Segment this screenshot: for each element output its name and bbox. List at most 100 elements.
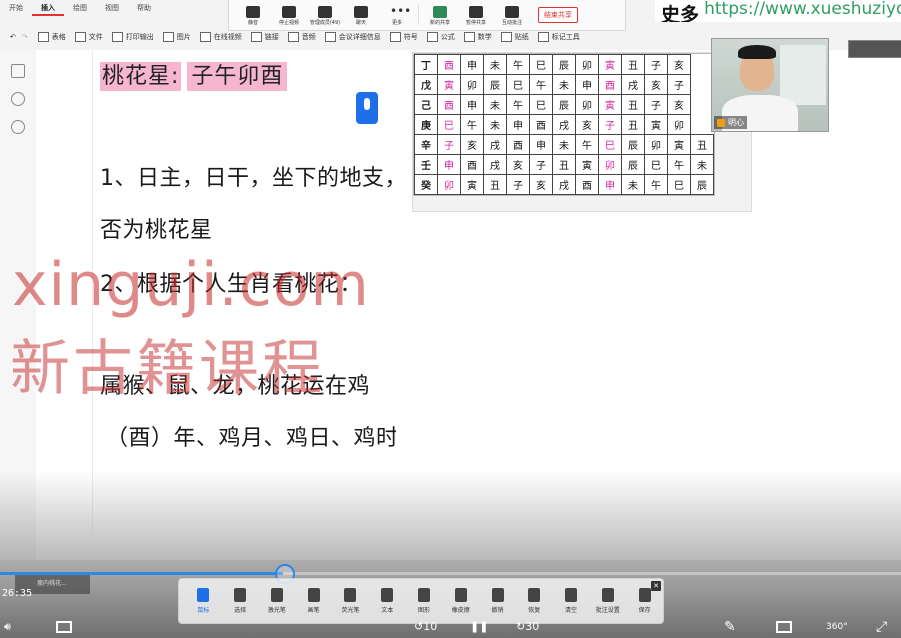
floating-mic-icon[interactable]	[356, 92, 378, 124]
pen-tool-label: 激光笔	[267, 607, 286, 614]
table-row: 庚巳午未申酉戌亥子丑寅卯	[414, 114, 714, 135]
branch-cell: 寅	[575, 154, 599, 175]
menu-help[interactable]: 帮助	[128, 0, 160, 16]
branch-cell: 卯	[437, 174, 461, 195]
history-icon[interactable]	[11, 120, 25, 134]
branch-cell: 亥	[529, 174, 553, 195]
rotate-button[interactable]: 360°	[826, 618, 848, 636]
printout-icon	[111, 32, 123, 42]
pen-tool-8[interactable]: 撤销	[479, 588, 516, 614]
volume-icon[interactable]: 🔊︎	[4, 618, 11, 636]
link-button[interactable]: 链接	[250, 32, 279, 42]
pen-tool-5[interactable]: 文本	[369, 588, 406, 614]
audio-button[interactable]: 音频	[287, 32, 316, 42]
branch-cell: 丑	[621, 94, 645, 115]
symbol-button[interactable]: 符号	[389, 32, 418, 42]
pen-icon[interactable]: ✎	[724, 618, 736, 636]
subtitles-icon[interactable]	[56, 618, 72, 636]
notebooks-icon[interactable]	[11, 64, 25, 78]
skip-back-button[interactable]: ↺10	[414, 618, 437, 636]
branch-cell: 亥	[644, 74, 668, 95]
picture-button[interactable]: 图片	[162, 32, 191, 42]
math-button[interactable]: 数学	[463, 32, 492, 42]
more-button[interactable]: ••• 更多	[379, 4, 415, 26]
pen-tool-0[interactable]: 鼠标	[185, 588, 222, 614]
meeting-details-button[interactable]: 会议详细信息	[324, 32, 381, 42]
skip-forward-button[interactable]: ↻30	[516, 618, 539, 636]
new-share-button[interactable]: 新的共享	[422, 4, 458, 26]
pause-share-button[interactable]: 暂停共享	[458, 4, 494, 26]
sticker-button[interactable]: 贴纸	[500, 32, 529, 42]
doc-line-5: （酉）年、鸡月、鸡日、鸡时	[106, 426, 399, 451]
pen-tool-11[interactable]: 批注设置	[589, 588, 626, 614]
audio-icon	[287, 32, 299, 42]
trash-icon	[565, 588, 578, 602]
pen-tool-9[interactable]: 恢复	[516, 588, 553, 614]
branch-cell: 未	[483, 114, 507, 135]
branch-cell: 子	[506, 174, 530, 195]
branch-cell: 午	[575, 134, 599, 155]
fullscreen-icon[interactable]: ⤢	[876, 618, 887, 636]
pen-tool-label: 清空	[565, 607, 578, 614]
seek-bar[interactable]	[0, 564, 901, 584]
cursor-icon	[197, 588, 210, 602]
stem-cell: 癸	[414, 174, 438, 195]
chat-button[interactable]: 聊天	[343, 4, 379, 26]
branch-cell: 辰	[621, 134, 645, 155]
undo-button[interactable]: ↶	[10, 33, 16, 41]
table-row: 辛子亥戌酉申未午巳辰卯寅丑	[414, 134, 714, 155]
branch-cell: 子	[437, 134, 461, 155]
skip-back-label: 10	[423, 620, 438, 633]
sticker-label: 贴纸	[514, 33, 529, 41]
print-output-button[interactable]: 打印输出	[111, 32, 154, 42]
pause-icon	[469, 6, 483, 18]
branch-cell: 戌	[621, 74, 645, 95]
pen-tool-12[interactable]: 保存	[626, 588, 663, 614]
menu-home[interactable]: 开始	[0, 0, 32, 16]
file-label: 文件	[88, 33, 103, 41]
branch-cell: 戌	[552, 174, 576, 195]
search-icon[interactable]	[11, 92, 25, 106]
branch-cell: 巳	[506, 74, 530, 95]
table-button[interactable]: 表格	[37, 32, 66, 42]
stem-cell: 壬	[414, 154, 438, 175]
branch-cell: 戌	[552, 114, 576, 135]
file-button[interactable]: 文件	[74, 32, 103, 42]
menu-view[interactable]: 视图	[96, 0, 128, 16]
picture-in-picture-icon[interactable]	[776, 618, 792, 636]
pause-button[interactable]: ❚❚	[470, 618, 488, 636]
pen-tool-7[interactable]: 橡皮擦	[442, 588, 479, 614]
pen-tool-2[interactable]: 激光笔	[259, 588, 296, 614]
annotate-button[interactable]: 互动批注	[494, 4, 530, 26]
chat-icon	[354, 6, 368, 18]
end-share-button[interactable]: 结束共享	[538, 7, 578, 23]
pen-tool-6[interactable]: 图形	[406, 588, 443, 614]
formula-button[interactable]: 公式	[426, 32, 455, 42]
stop-video-button[interactable]: 停止视频	[271, 4, 307, 26]
branch-cell: 巳	[529, 54, 553, 75]
menu-draw[interactable]: 绘图	[64, 0, 96, 16]
branch-cell: 亥	[667, 54, 691, 75]
close-icon[interactable]: ✕	[651, 581, 661, 591]
markup-tools-button[interactable]: 标记工具	[537, 32, 580, 42]
pen-tool-3[interactable]: 画笔	[295, 588, 332, 614]
branch-cell: 巳	[437, 114, 461, 135]
manage-members-button[interactable]: 管理成员(49)	[307, 4, 343, 26]
pen-tool-4[interactable]: 荧光笔	[332, 588, 369, 614]
online-video-button[interactable]: 在线视频	[199, 32, 242, 42]
redo-button[interactable]: ↷	[22, 33, 28, 41]
annotate-label: 互动批注	[501, 20, 522, 26]
redo-icon	[528, 588, 541, 602]
mute-button[interactable]: 静音	[235, 4, 271, 26]
pen-tool-10[interactable]: 清空	[553, 588, 590, 614]
branch-cell: 午	[644, 174, 668, 195]
participant-thumbnail[interactable]	[848, 40, 901, 58]
webcam-view[interactable]: 明心	[711, 38, 829, 132]
menu-insert[interactable]: 插入	[32, 0, 64, 16]
pen-tool-1[interactable]: 选择	[222, 588, 259, 614]
annotation-settings-icon	[601, 588, 614, 602]
branch-cell: 酉	[529, 114, 553, 135]
current-time: 26:35	[2, 588, 33, 599]
presenter-hair	[738, 45, 776, 59]
branch-cell: 酉	[437, 54, 461, 75]
